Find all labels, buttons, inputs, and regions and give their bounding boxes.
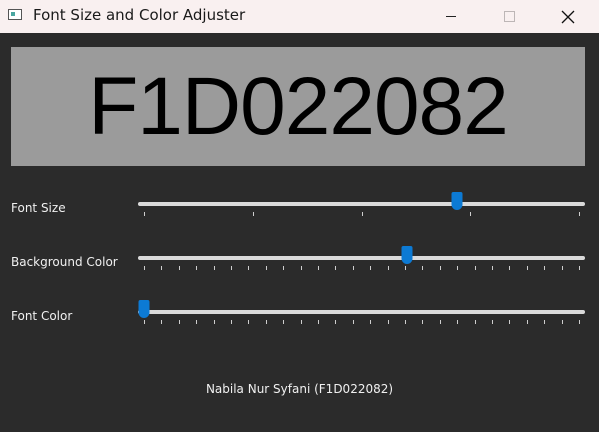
slider-tick bbox=[352, 266, 354, 270]
preview-box: F1D022082 bbox=[11, 47, 585, 166]
slider-track bbox=[138, 202, 585, 206]
slider-tick bbox=[579, 320, 580, 324]
slider-tick bbox=[509, 320, 511, 324]
slider-tick bbox=[318, 320, 319, 324]
slider-tick bbox=[335, 320, 337, 324]
minimize-button[interactable] bbox=[428, 0, 474, 33]
slider-tick bbox=[265, 320, 267, 324]
app-window-icon bbox=[8, 9, 22, 20]
slider-tick bbox=[561, 320, 563, 324]
slider-tick bbox=[178, 266, 180, 270]
slider-tick bbox=[492, 320, 493, 324]
slider-tick bbox=[248, 320, 250, 324]
slider-tick bbox=[474, 266, 476, 270]
font-size-label: Font Size bbox=[11, 201, 66, 215]
slider-tick bbox=[544, 320, 546, 324]
slider-tick bbox=[561, 266, 563, 270]
maximize-button[interactable] bbox=[486, 0, 532, 33]
slider-tick bbox=[196, 266, 198, 270]
slider-tick bbox=[283, 320, 285, 324]
slider-tick bbox=[474, 320, 476, 324]
slider-tick bbox=[300, 266, 302, 270]
slider-tick bbox=[370, 266, 372, 270]
slider-tick bbox=[248, 266, 250, 270]
minimize-icon bbox=[446, 16, 456, 17]
slider-tick bbox=[161, 320, 163, 324]
font-color-label: Font Color bbox=[11, 309, 73, 323]
slider-tick bbox=[196, 320, 198, 324]
slider-tick bbox=[457, 320, 459, 324]
slider-tick bbox=[509, 266, 511, 270]
slider-tick bbox=[213, 320, 215, 324]
slider-tick bbox=[579, 266, 580, 270]
slider-tick bbox=[422, 320, 424, 324]
slider-tick bbox=[526, 266, 528, 270]
slider-tick bbox=[492, 266, 493, 270]
maximize-icon bbox=[503, 11, 515, 22]
slider-tick bbox=[335, 266, 337, 270]
slider-track bbox=[138, 256, 585, 260]
slider-tick bbox=[352, 320, 354, 324]
slider-tick bbox=[422, 266, 424, 270]
slider-tick bbox=[387, 320, 389, 324]
slider-tick bbox=[231, 266, 232, 270]
background-color-label: Background Color bbox=[11, 255, 118, 269]
window-title: Font Size and Color Adjuster bbox=[33, 6, 246, 24]
slider-tick bbox=[405, 320, 406, 324]
slider-tick bbox=[213, 266, 215, 270]
slider-tick bbox=[405, 266, 406, 270]
title-bar[interactable]: Font Size and Color Adjuster bbox=[0, 0, 599, 33]
slider-tick bbox=[300, 320, 302, 324]
slider-tick bbox=[361, 212, 363, 216]
author-footer: Nabila Nur Syfani (F1D022082) bbox=[205, 382, 394, 396]
slider-tick bbox=[526, 320, 528, 324]
slider-track bbox=[138, 310, 585, 314]
slider-tick bbox=[579, 212, 580, 216]
slider-tick bbox=[231, 320, 232, 324]
slider-tick bbox=[265, 266, 267, 270]
slider-handle[interactable] bbox=[401, 246, 413, 264]
preview-text: F1D022082 bbox=[88, 60, 509, 152]
slider-tick bbox=[544, 266, 546, 270]
close-button[interactable] bbox=[545, 0, 591, 33]
slider-tick bbox=[470, 212, 472, 216]
slider-tick bbox=[318, 266, 319, 270]
slider-tick bbox=[457, 266, 459, 270]
slider-tick bbox=[283, 266, 285, 270]
font-size-slider[interactable] bbox=[138, 190, 585, 220]
slider-tick bbox=[144, 212, 145, 216]
slider-tick bbox=[178, 320, 180, 324]
slider-tick bbox=[387, 266, 389, 270]
slider-tick bbox=[144, 266, 145, 270]
slider-tick bbox=[161, 266, 163, 270]
slider-tick bbox=[252, 212, 254, 216]
slider-tick bbox=[144, 320, 145, 324]
slider-tick bbox=[370, 320, 372, 324]
background-color-slider[interactable] bbox=[138, 244, 585, 274]
font-color-slider[interactable] bbox=[138, 298, 585, 328]
slider-handle[interactable] bbox=[451, 192, 463, 210]
slider-tick bbox=[439, 266, 441, 270]
slider-handle[interactable] bbox=[138, 300, 150, 318]
close-icon bbox=[561, 10, 575, 23]
slider-tick bbox=[439, 320, 441, 324]
